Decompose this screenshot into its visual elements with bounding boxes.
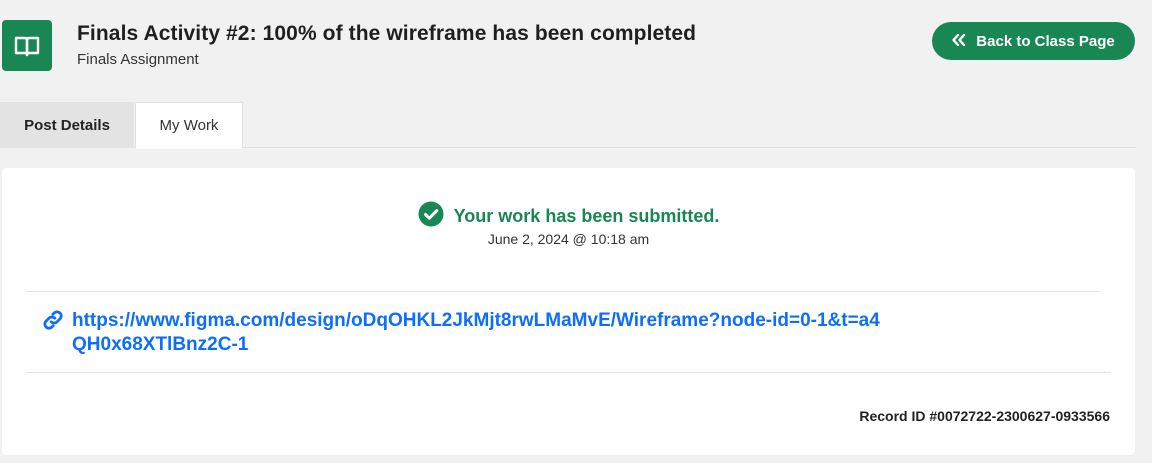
submission-card: Your work has been submitted. June 2, 20… xyxy=(2,168,1135,455)
submission-date: June 2, 2024 @ 10:18 am xyxy=(487,231,650,247)
divider xyxy=(26,372,1111,373)
divider xyxy=(26,291,1099,292)
tab-my-work[interactable]: My Work xyxy=(135,102,243,149)
tab-bar: Post Details My Work xyxy=(0,102,1136,149)
back-to-class-button[interactable]: Back to Class Page xyxy=(932,22,1135,60)
submission-status-text: Your work has been submitted. xyxy=(453,206,720,226)
submitted-figma-link[interactable]: https://www.figma.com/design/oDqOHKL2JkM… xyxy=(72,309,882,357)
page-title: Finals Activity #2: 100% of the wirefram… xyxy=(77,22,697,45)
open-book-icon xyxy=(2,20,52,71)
submitted-link-row: https://www.figma.com/design/oDqOHKL2JkM… xyxy=(42,309,882,357)
link-icon xyxy=(42,309,64,357)
back-button-label: Back to Class Page xyxy=(976,32,1115,50)
check-circle-icon xyxy=(418,201,444,232)
tab-post-details[interactable]: Post Details xyxy=(0,102,134,148)
page-header: Finals Activity #2: 100% of the wirefram… xyxy=(0,0,1152,100)
record-id: Record ID #0072722-2300627-0933566 xyxy=(859,408,1110,424)
submission-status: Your work has been submitted. xyxy=(2,201,1135,232)
page-subtitle: Finals Assignment xyxy=(77,51,199,68)
double-chevron-left-icon xyxy=(952,33,966,50)
